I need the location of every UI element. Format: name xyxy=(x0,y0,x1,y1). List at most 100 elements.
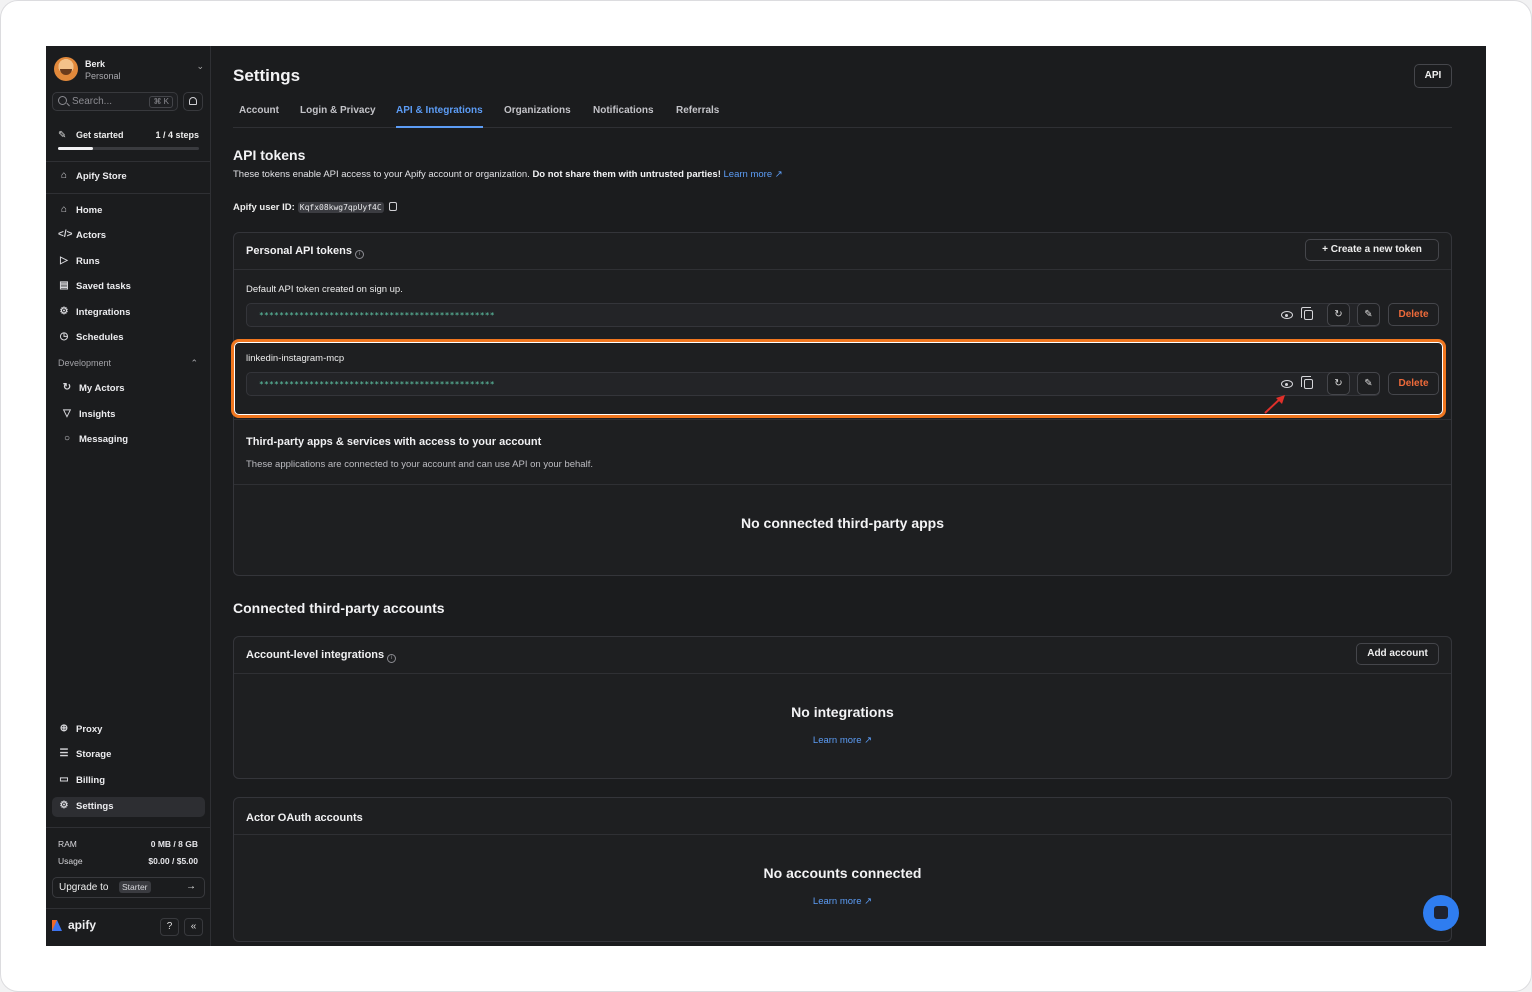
card-title: Personal API tokens xyxy=(246,245,352,257)
stat-value: $0.00 / $5.00 xyxy=(148,856,198,866)
sidebar-item-label: Integrations xyxy=(76,307,131,318)
clock-icon: ◷ xyxy=(59,331,69,342)
sidebar-item-label: Settings xyxy=(76,801,114,812)
sidebar-item-home[interactable]: ⌂ Home xyxy=(58,204,204,220)
api-button[interactable]: API xyxy=(1414,64,1452,88)
search-placeholder: Search... xyxy=(72,96,113,107)
create-token-button[interactable]: + Create a new token xyxy=(1305,239,1439,261)
arrow-annotation-icon xyxy=(1264,395,1285,414)
copy-icon[interactable] xyxy=(1301,307,1313,320)
token-label: Default API token created on sign up. xyxy=(246,284,403,295)
chat-icon xyxy=(1434,906,1448,919)
divider xyxy=(46,827,211,828)
sidebar-item-insights[interactable]: ▽ Insights xyxy=(58,408,204,424)
learn-more-link[interactable]: Learn more ↗ xyxy=(234,735,1451,746)
token-field[interactable]: ****************************************… xyxy=(246,303,1380,327)
bell-icon xyxy=(189,97,197,105)
sidebar-item-label: Schedules xyxy=(76,332,124,343)
learn-more-link[interactable]: Learn more ↗ xyxy=(724,169,783,180)
sidebar-item-actors[interactable]: </> Actors xyxy=(58,229,204,245)
upgrade-button[interactable]: Upgrade to Starter → xyxy=(52,877,205,898)
get-started-steps: 1 / 4 steps xyxy=(155,130,199,140)
oauth-title: Actor OAuth accounts xyxy=(246,812,363,824)
card-title: Account-level integrations xyxy=(246,649,385,661)
info-icon[interactable]: i xyxy=(387,654,397,663)
collapse-sidebar-button[interactable]: « xyxy=(184,918,203,936)
development-section[interactable]: Development ⌃ xyxy=(58,358,198,368)
learn-more-link[interactable]: Learn more ↗ xyxy=(234,896,1451,907)
tab-api-integrations[interactable]: API & Integrations xyxy=(396,105,483,128)
info-icon[interactable]: i xyxy=(354,250,364,259)
help-button[interactable]: ? xyxy=(160,918,179,936)
stat-label: RAM xyxy=(58,839,77,849)
globe-icon: ⊕ xyxy=(59,723,69,734)
sidebar-item-storage[interactable]: ☰ Storage xyxy=(58,748,204,764)
third-party-title: Third-party apps & services with access … xyxy=(246,436,542,448)
delete-token-button[interactable]: Delete xyxy=(1388,303,1439,326)
account-switcher[interactable]: Berk Personal ⌄ xyxy=(54,57,204,83)
tab-login-privacy[interactable]: Login & Privacy xyxy=(300,105,376,128)
chevron-down-icon: ⌄ xyxy=(196,61,204,71)
copy-icon[interactable] xyxy=(388,202,397,211)
desc-warning: Do not share them with untrusted parties… xyxy=(532,169,721,180)
sidebar-item-my-actors[interactable]: ↻ My Actors xyxy=(58,382,204,398)
sidebar-item-label: Runs xyxy=(76,256,100,267)
user-id-row: Apify user ID: Kqfx08kwg7qpUyf4C xyxy=(233,202,397,213)
logo-text: apify xyxy=(68,918,97,932)
chevron-up-icon: ⌃ xyxy=(190,358,198,368)
add-account-button[interactable]: Add account xyxy=(1356,643,1439,665)
sidebar-item-runs[interactable]: ▷ Runs xyxy=(58,255,204,271)
search-input[interactable]: Search... ⌘ K xyxy=(52,92,178,111)
apify-console: Berk Personal ⌄ Search... ⌘ K ✎ Get star… xyxy=(46,46,1486,946)
token-mask: ****************************************… xyxy=(259,311,495,320)
connected-accounts-heading: Connected third-party accounts xyxy=(233,600,445,616)
tab-referrals[interactable]: Referrals xyxy=(676,105,719,128)
regenerate-token-button[interactable]: ↻ xyxy=(1327,303,1350,326)
sidebar-item-label: My Actors xyxy=(79,383,125,394)
sidebar-item-store[interactable]: ⌂ Apify Store xyxy=(58,170,204,186)
api-tokens-description: These tokens enable API access to your A… xyxy=(233,169,783,180)
sidebar-item-saved-tasks[interactable]: ▤ Saved tasks xyxy=(58,280,204,296)
chat-button[interactable] xyxy=(1423,895,1459,931)
get-started-progress xyxy=(58,147,199,150)
sidebar-item-label: Proxy xyxy=(76,724,103,735)
sidebar-item-integrations[interactable]: ⚙ Integrations xyxy=(58,306,204,322)
notifications-button[interactable] xyxy=(183,92,203,111)
third-party-subtitle: These applications are connected to your… xyxy=(246,459,593,470)
sidebar-item-schedules[interactable]: ◷ Schedules xyxy=(58,331,204,347)
progress-fill xyxy=(58,147,94,150)
sidebar-item-label: Actors xyxy=(76,230,107,241)
empty-state-title: No connected third-party apps xyxy=(740,515,945,531)
empty-state-title: No accounts connected xyxy=(763,865,922,881)
apify-logo[interactable]: apify xyxy=(52,918,112,934)
tab-organizations[interactable]: Organizations xyxy=(504,105,571,128)
tab-notifications[interactable]: Notifications xyxy=(593,105,654,128)
tab-account[interactable]: Account xyxy=(239,105,279,128)
rocket-icon: ✎ xyxy=(58,130,67,141)
user-plan: Personal xyxy=(85,71,121,81)
funnel-icon: ▽ xyxy=(63,408,71,419)
sidebar-item-label: Home xyxy=(76,205,103,216)
eye-icon[interactable] xyxy=(1281,311,1293,319)
get-started[interactable]: ✎ Get started 1 / 4 steps xyxy=(58,130,199,154)
gear-icon: ⚙ xyxy=(59,800,69,811)
divider xyxy=(234,673,1451,674)
play-icon: ▷ xyxy=(60,255,68,266)
personal-tokens-title: Personal API tokens i xyxy=(246,245,364,259)
avatar xyxy=(54,57,78,81)
edit-token-button[interactable]: ✎ xyxy=(1357,303,1380,326)
sidebar-item-proxy[interactable]: ⊕ Proxy xyxy=(58,723,204,739)
ram-stat: RAM 0 MB / 8 GB xyxy=(58,839,198,849)
account-integrations-card: Account-level integrations i Add account … xyxy=(233,636,1452,779)
code-icon: </> xyxy=(58,229,73,240)
settings-tabs: Account Login & Privacy API & Integratio… xyxy=(233,100,1452,128)
main-content: Settings API Account Login & Privacy API… xyxy=(211,46,1486,946)
sidebar-item-label: Messaging xyxy=(79,434,129,445)
sidebar-item-messaging[interactable]: ○ Messaging xyxy=(58,433,204,449)
user-name: Berk xyxy=(85,59,106,69)
divider xyxy=(234,484,1451,485)
sidebar-item-billing[interactable]: ▭ Billing xyxy=(58,774,204,790)
desc-text: These tokens enable API access to your A… xyxy=(233,169,530,180)
card-icon: ▭ xyxy=(59,774,69,785)
sidebar-item-settings[interactable]: ⚙ Settings xyxy=(58,800,204,816)
